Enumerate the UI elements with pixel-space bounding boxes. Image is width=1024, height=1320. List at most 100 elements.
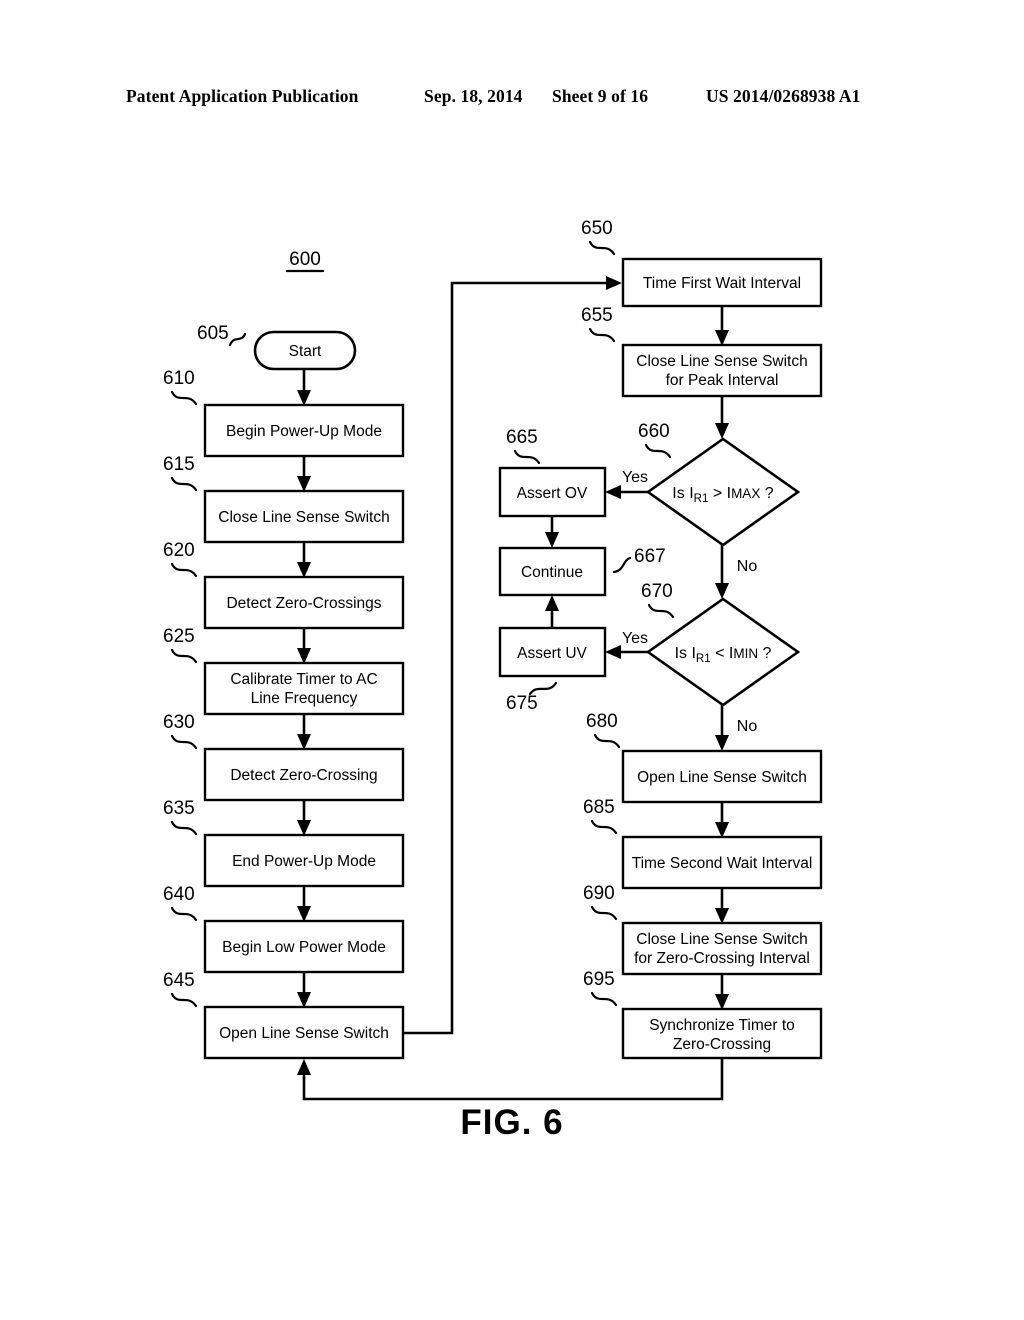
refnum-675-label: 675 [506,693,538,714]
refnum-630: 630 [163,712,198,750]
node-625-label-line1: Calibrate Timer to AC [230,671,377,688]
node-605-start: Start [253,330,357,371]
node-690-label-line1: Close Line Sense Switch [636,931,807,948]
refnum-620-label: 620 [163,540,195,561]
refnum-665: 665 [506,427,541,465]
refnum-645-label: 645 [163,970,195,991]
node-635-label: End Power-Up Mode [232,853,376,870]
node-640-label: Begin Low Power Mode [222,939,386,956]
refnum-695-label: 695 [583,969,615,990]
node-670-operator: < [715,645,724,662]
refnum-655-label: 655 [581,305,613,326]
refnum-685-label: 685 [583,797,615,818]
node-667-continue: Continue [498,546,607,597]
node-680-open-line-sense-switch: Open Line Sense Switch [621,749,823,804]
patent-figure-page: Patent Application Publication Sep. 18, … [0,0,1024,1320]
node-630-detect-zero-crossing: Detect Zero-Crossing [203,747,405,802]
node-615-close-line-sense-switch: Close Line Sense Switch [203,489,405,544]
refnum-655: 655 [581,305,616,343]
refnum-610-label: 610 [163,368,195,389]
refnum-620: 620 [163,540,198,578]
figure-caption: FIG. 6 [460,1103,564,1142]
node-650-label: Time First Wait Interval [643,275,801,292]
branch-label-yes-670: Yes [622,630,648,647]
node-615-label: Close Line Sense Switch [218,509,389,526]
node-620-detect-zero-crossings: Detect Zero-Crossings [203,575,405,630]
node-660-question: ? [765,485,774,502]
refnum-660-label: 660 [638,421,670,442]
refnum-605: 605 [197,323,247,347]
refnum-650: 650 [581,218,616,256]
node-610-begin-power-up-mode: Begin Power-Up Mode [203,403,405,458]
node-685-label: Time Second Wait Interval [632,855,813,872]
refnum-660: 660 [638,421,672,459]
node-667-label: Continue [521,564,583,581]
node-660-var2-sub: MAX [731,486,760,501]
branch-label-no-660: No [737,558,758,575]
refnum-680: 680 [586,711,621,749]
refnum-667-label: 667 [634,546,666,567]
node-685-time-second-wait-interval: Time Second Wait Interval [621,835,823,890]
refnum-690-label: 690 [583,883,615,904]
refnum-625-label: 625 [163,626,195,647]
node-665-assert-ov: Assert OV [498,466,607,518]
node-610-label: Begin Power-Up Mode [226,423,382,440]
refnum-640: 640 [163,884,198,922]
node-620-label: Detect Zero-Crossings [226,595,381,612]
refnum-640-label: 640 [163,884,195,905]
refnum-635-label: 635 [163,798,195,819]
node-660-operator: > [713,485,722,502]
refnum-615-label: 615 [163,454,195,475]
refnum-680-label: 680 [586,711,618,732]
node-680-label: Open Line Sense Switch [637,769,807,786]
branch-label-no-670: No [737,718,758,735]
node-695-synchronize-timer: Synchronize Timer to Zero-Crossing [621,1007,823,1060]
node-630-label: Detect Zero-Crossing [230,767,377,784]
refnum-670-label: 670 [641,581,673,602]
node-640-begin-low-power-mode: Begin Low Power Mode [203,919,405,974]
diagram-number-label: 600 [289,249,321,270]
node-665-label: Assert OV [517,485,588,502]
refnum-695: 695 [583,969,618,1007]
node-645-open-line-sense-switch: Open Line Sense Switch [203,1005,405,1060]
node-655-label-line2: for Peak Interval [666,372,779,389]
refnum-665-label: 665 [506,427,538,448]
node-645-label: Open Line Sense Switch [219,1025,389,1042]
refnum-670: 670 [641,581,675,619]
node-605-label: Start [289,343,322,360]
refnum-690: 690 [583,883,618,921]
branch-label-yes-660: Yes [622,469,648,486]
refnum-675: 675 [506,681,558,714]
node-670-var1-sub: R1 [696,653,711,665]
refnum-605-label: 605 [197,323,229,344]
node-660-is-text: Is [672,485,684,502]
node-655-close-line-sense-switch-peak: Close Line Sense Switch for Peak Interva… [621,343,823,398]
refnum-625: 625 [163,626,198,664]
node-655-label-line1: Close Line Sense Switch [636,353,807,370]
node-660-decision-imax: Is IR1 > IMAX ? [645,437,801,547]
node-635-end-power-up-mode: End Power-Up Mode [203,833,405,888]
node-670-question: ? [763,645,772,662]
node-695-label-line2: Zero-Crossing [673,1036,771,1053]
node-690-label-line2: for Zero-Crossing Interval [634,950,810,967]
node-650-time-first-wait-interval: Time First Wait Interval [621,257,823,308]
node-675-assert-uv: Assert UV [498,626,607,678]
refnum-610: 610 [163,368,198,406]
connector-695-to-645-feedback [297,1058,724,1101]
refnum-685: 685 [583,797,618,835]
node-695-label-line1: Synchronize Timer to [649,1017,795,1034]
refnum-667: 667 [612,546,666,574]
refnum-645: 645 [163,970,198,1008]
node-660-var1-sub: R1 [694,493,709,505]
node-670-var2-sub: MIN [733,646,758,661]
node-625-label-line2: Line Frequency [251,690,358,707]
node-670-is-text: Is [675,645,687,662]
refnum-650-label: 650 [581,218,613,239]
node-690-close-line-sense-switch-zc: Close Line Sense Switch for Zero-Crossin… [621,921,823,976]
diagram-number-600: 600 [285,249,325,273]
node-625-calibrate-timer: Calibrate Timer to AC Line Frequency [203,661,405,716]
node-675-label: Assert UV [517,645,587,662]
refnum-630-label: 630 [163,712,195,733]
refnum-635: 635 [163,798,198,836]
refnum-615: 615 [163,454,198,492]
